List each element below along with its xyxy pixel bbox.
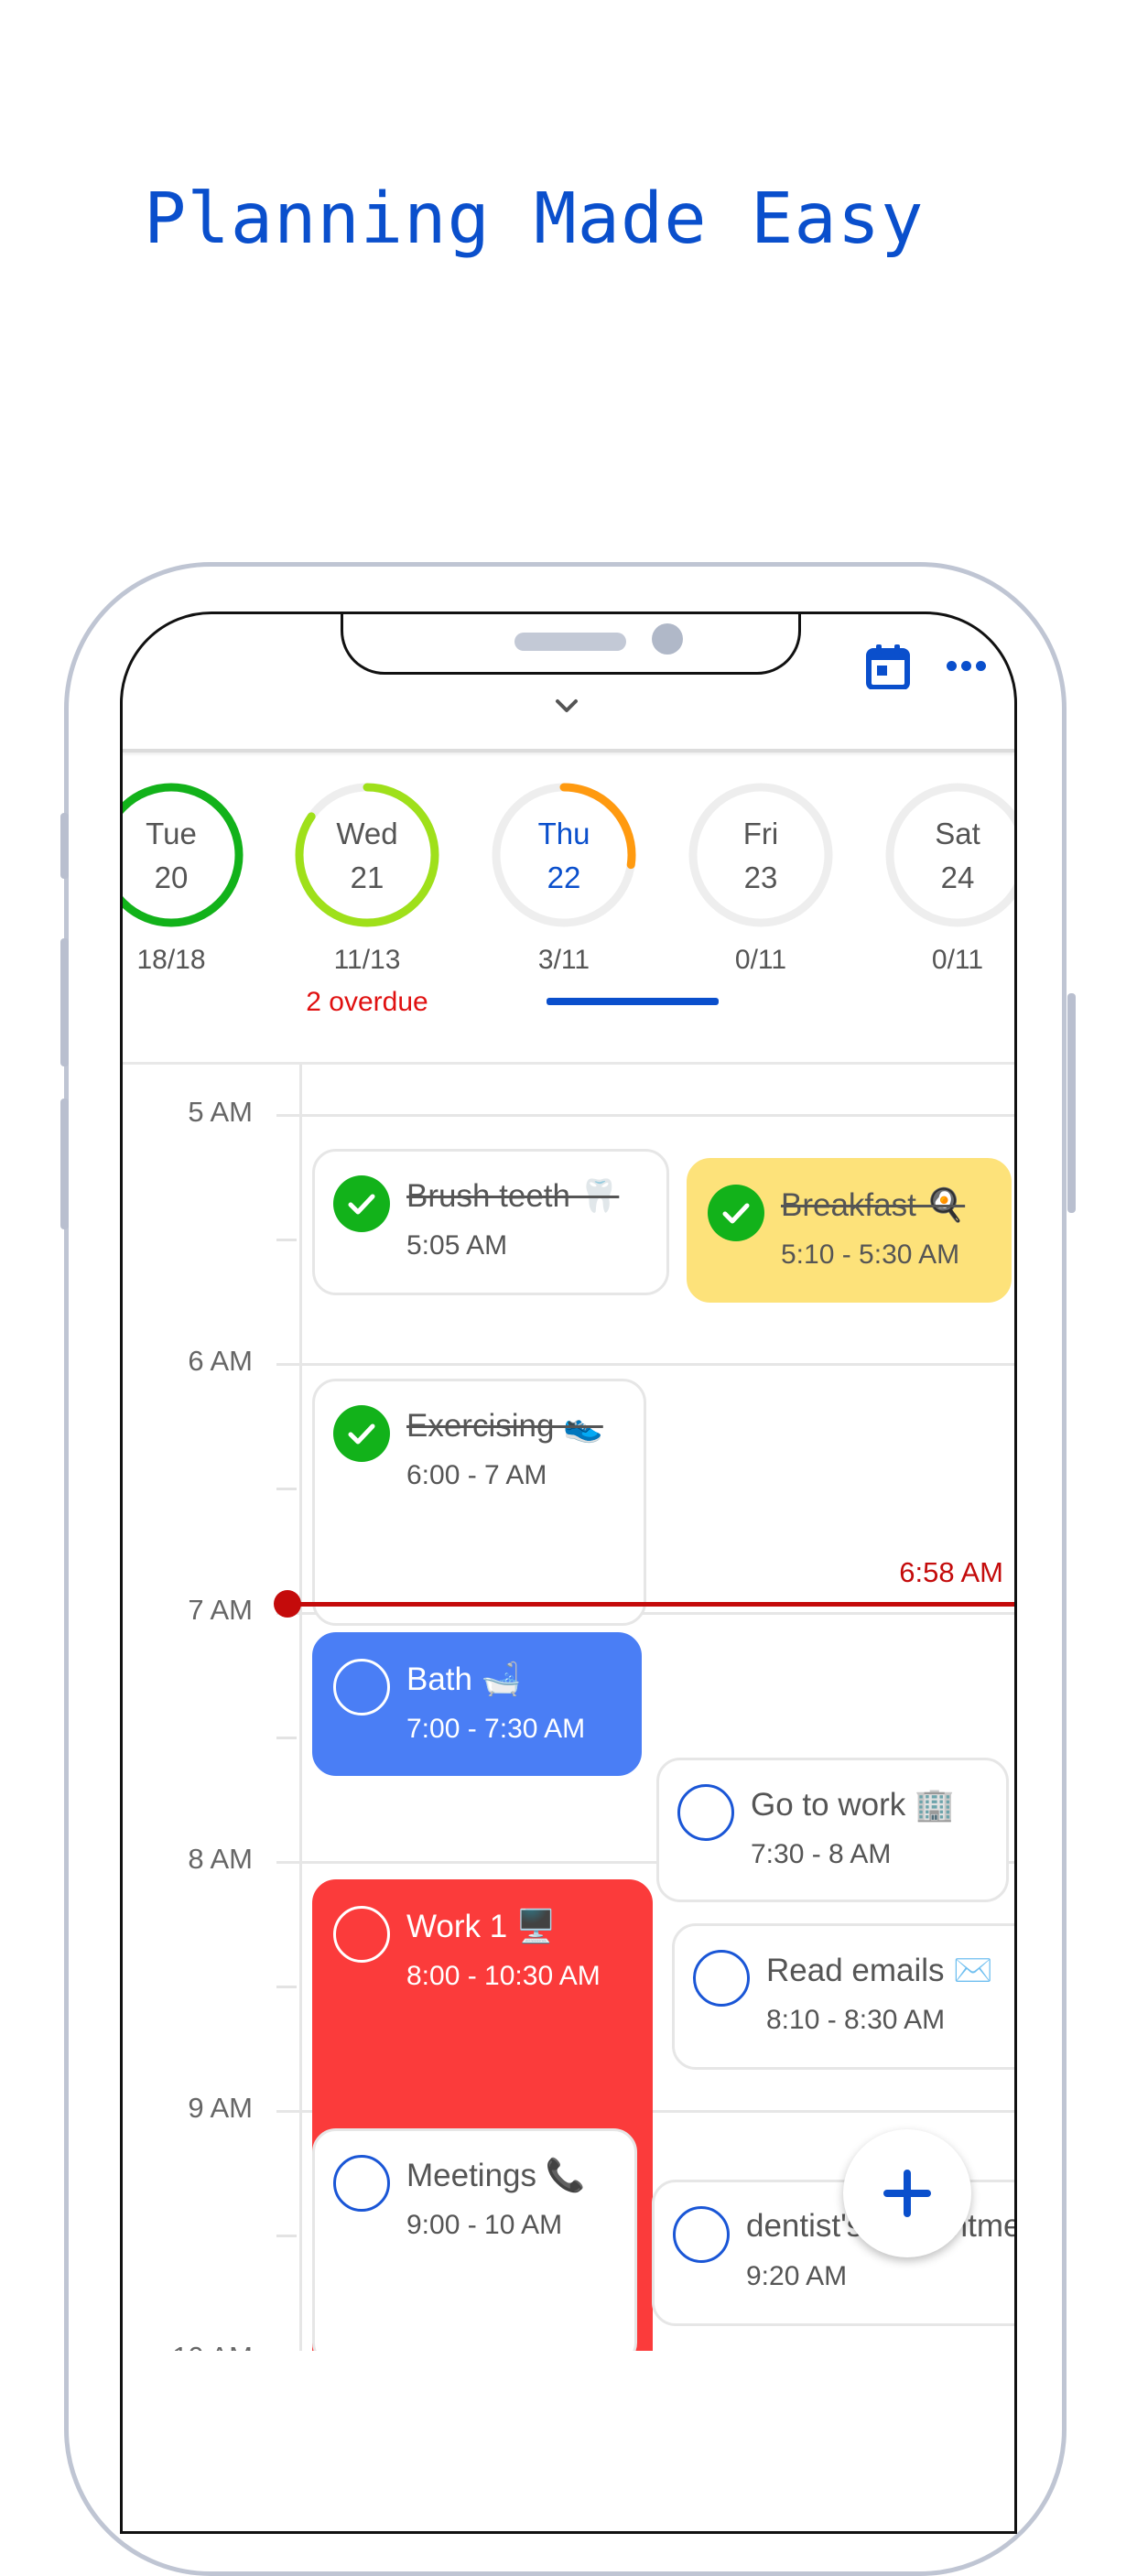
task-card-brush-teeth[interactable]: Brush teeth 🦷 5:05 AM	[312, 1149, 669, 1295]
task-time: 7:30 - 8 AM	[751, 1839, 892, 1869]
task-card-meetings[interactable]: Meetings 📞 9:00 - 10 AM	[312, 2128, 637, 2351]
checkbox-empty-icon[interactable]	[673, 2206, 730, 2263]
day-progress-ring: Wed 21	[294, 782, 440, 928]
task-title: Exercising 👟	[406, 1408, 603, 1444]
half-hour-tick	[276, 1239, 297, 1241]
day-thu[interactable]: Thu 22 3/11	[491, 782, 637, 976]
calendar-icon[interactable]	[866, 644, 910, 689]
header-divider	[123, 749, 1014, 752]
phone-side-button-volume-up	[60, 938, 69, 1066]
day-task-count: 18/18	[136, 945, 206, 975]
day-task-count: 0/11	[931, 945, 984, 975]
current-time-dot	[274, 1589, 301, 1618]
phone-side-button-power	[1067, 993, 1076, 1213]
task-title: Read emails ✉️	[766, 1953, 993, 1988]
half-hour-tick	[276, 1737, 297, 1739]
plus-icon	[883, 2170, 931, 2217]
ring-track	[688, 783, 833, 927]
day-task-count: 11/13	[333, 945, 401, 975]
hour-label: 8 AM	[188, 1843, 253, 1875]
phone-side-button-volume-down	[60, 1099, 69, 1229]
day-name: Tue	[146, 817, 197, 850]
day-progress-ring: Thu 22	[491, 782, 637, 928]
ring-track	[885, 783, 1014, 927]
checkbox-empty-icon[interactable]	[333, 2155, 390, 2212]
checkbox-checked-icon[interactable]	[708, 1185, 764, 1241]
checkbox-checked-icon[interactable]	[333, 1175, 390, 1232]
hour-label: 6 AM	[188, 1345, 253, 1377]
ring-progress	[123, 783, 244, 927]
task-card-go-to-work[interactable]: Go to work 🏢 7:30 - 8 AM	[656, 1758, 1009, 1902]
checkbox-empty-icon[interactable]	[333, 1906, 390, 1963]
current-time-line	[287, 1601, 1014, 1607]
overdue-badge[interactable]: 2 overdue	[294, 987, 440, 1018]
hour-gridline	[276, 1114, 1014, 1117]
day-wed[interactable]: Wed 21 11/13 2 overdue	[294, 782, 440, 1018]
day-task-count: 0/11	[734, 945, 787, 975]
day-task-count: 3/11	[537, 945, 590, 975]
day-number: 24	[940, 860, 975, 894]
add-task-button[interactable]	[843, 2129, 971, 2257]
hour-gridline	[276, 1363, 1014, 1366]
day-number: 21	[350, 860, 384, 894]
task-time: 9:20 AM	[746, 2261, 848, 2291]
day-progress-ring: Sat 24	[884, 782, 1014, 928]
task-title: Bath 🛁	[406, 1661, 522, 1697]
task-time: 5:10 - 5:30 AM	[781, 1239, 960, 1270]
task-title: Breakfast 🍳	[781, 1187, 966, 1223]
task-time: 5:05 AM	[406, 1230, 508, 1261]
task-card-exercising[interactable]: Exercising 👟 6:00 - 7 AM	[312, 1379, 646, 1626]
task-card-bath[interactable]: Bath 🛁 7:00 - 7:30 AM	[312, 1632, 642, 1776]
day-number: 22	[547, 860, 581, 894]
timeline-axis	[299, 1065, 302, 2351]
more-horizontal-icon[interactable]	[947, 656, 992, 675]
task-title: Work 1 🖥️	[406, 1909, 557, 1944]
task-card-breakfast[interactable]: Breakfast 🍳 5:10 - 5:30 AM	[687, 1158, 1012, 1303]
speaker-grille	[514, 633, 626, 651]
day-name: Wed	[336, 817, 398, 850]
day-name: Fri	[742, 817, 779, 850]
day-name: Sat	[935, 817, 980, 850]
headline: Planning Made Easy	[144, 179, 925, 260]
hour-label: 10 AM	[123, 2341, 253, 2351]
half-hour-tick	[276, 1488, 297, 1490]
task-time: 6:00 - 7 AM	[406, 1460, 547, 1490]
hour-label: 5 AM	[188, 1096, 253, 1128]
half-hour-tick	[276, 2235, 297, 2237]
half-hour-tick	[276, 1986, 297, 1988]
front-camera	[652, 623, 683, 655]
task-time: 7:00 - 7:30 AM	[406, 1714, 586, 1744]
checkbox-empty-icon[interactable]	[677, 1784, 734, 1841]
task-title: Go to work 🏢	[751, 1787, 955, 1823]
day-number: 23	[743, 860, 778, 894]
hour-label: 7 AM	[188, 1594, 253, 1626]
day-progress-ring: Tue 20	[123, 782, 244, 928]
task-time: 9:00 - 10 AM	[406, 2210, 563, 2240]
selected-day-indicator	[547, 998, 719, 1005]
current-time-label: 6:58 AM	[899, 1555, 1003, 1588]
day-fri[interactable]: Fri 23 0/11	[688, 782, 834, 976]
day-number: 20	[154, 860, 189, 894]
checkbox-empty-icon[interactable]	[333, 1659, 390, 1716]
day-sat[interactable]: Sat 24 0/11	[884, 782, 1014, 976]
task-time: 8:00 - 10:30 AM	[406, 1961, 601, 1991]
checkbox-checked-icon[interactable]	[333, 1405, 390, 1462]
checkbox-empty-icon[interactable]	[693, 1950, 750, 2007]
task-time: 8:10 - 8:30 AM	[766, 2005, 946, 2035]
task-card-read-emails[interactable]: Read emails ✉️ 8:10 - 8:30 AM	[672, 1923, 1014, 2070]
day-progress-ring: Fri 23	[688, 782, 834, 928]
day-name: Thu	[537, 817, 590, 850]
phone-side-button-silent	[60, 813, 69, 879]
hour-label: 9 AM	[188, 2092, 253, 2124]
task-title: Brush teeth 🦷	[406, 1178, 620, 1214]
phone-screen: Tue 20 18/18 Wed 21 11/13 2 overdue Thu 22 3/11 Fr…	[120, 612, 1017, 2534]
task-title: Meetings 📞	[406, 2158, 586, 2193]
chevron-down-icon[interactable]	[553, 695, 580, 717]
day-tue[interactable]: Tue 20 18/18	[123, 782, 244, 976]
